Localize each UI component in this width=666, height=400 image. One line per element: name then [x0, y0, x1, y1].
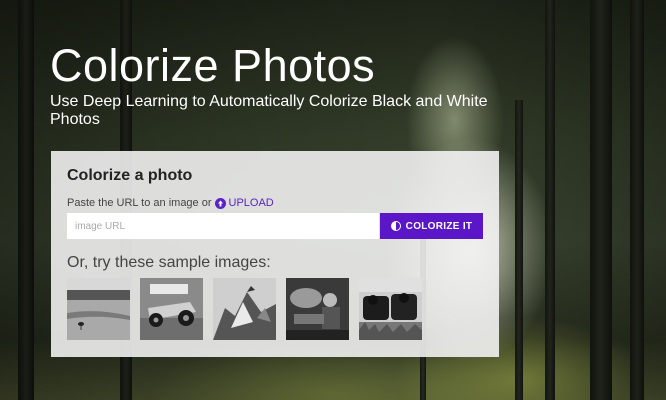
- image-url-input[interactable]: [67, 213, 379, 239]
- page-subtitle: Use Deep Learning to Automatically Color…: [50, 93, 488, 128]
- upload-label: UPLOAD: [228, 197, 274, 209]
- arrow-up-circle-icon: [214, 197, 226, 209]
- page-title: Colorize Photos: [50, 40, 376, 91]
- sample-image-soldiers[interactable]: [286, 278, 349, 340]
- sample-image-cows[interactable]: [359, 278, 422, 340]
- url-hint: Paste the URL to an image or UPLOAD: [67, 197, 274, 209]
- colorize-panel: Colorize a photo Paste the URL to an ima…: [51, 151, 499, 357]
- upload-link[interactable]: UPLOAD: [214, 197, 274, 209]
- samples-heading: Or, try these sample images:: [67, 254, 271, 271]
- sample-images: [67, 278, 422, 340]
- sample-image-mountain-climber[interactable]: [213, 278, 276, 340]
- colorize-button[interactable]: COLORIZE IT: [380, 213, 483, 239]
- sample-image-race-car[interactable]: [140, 278, 203, 340]
- sample-image-beach-bird[interactable]: [67, 278, 130, 340]
- colorize-button-label: COLORIZE IT: [405, 220, 473, 232]
- url-hint-text: Paste the URL to an image or: [67, 197, 212, 209]
- panel-title: Colorize a photo: [67, 167, 193, 184]
- half-circle-icon: [390, 221, 401, 231]
